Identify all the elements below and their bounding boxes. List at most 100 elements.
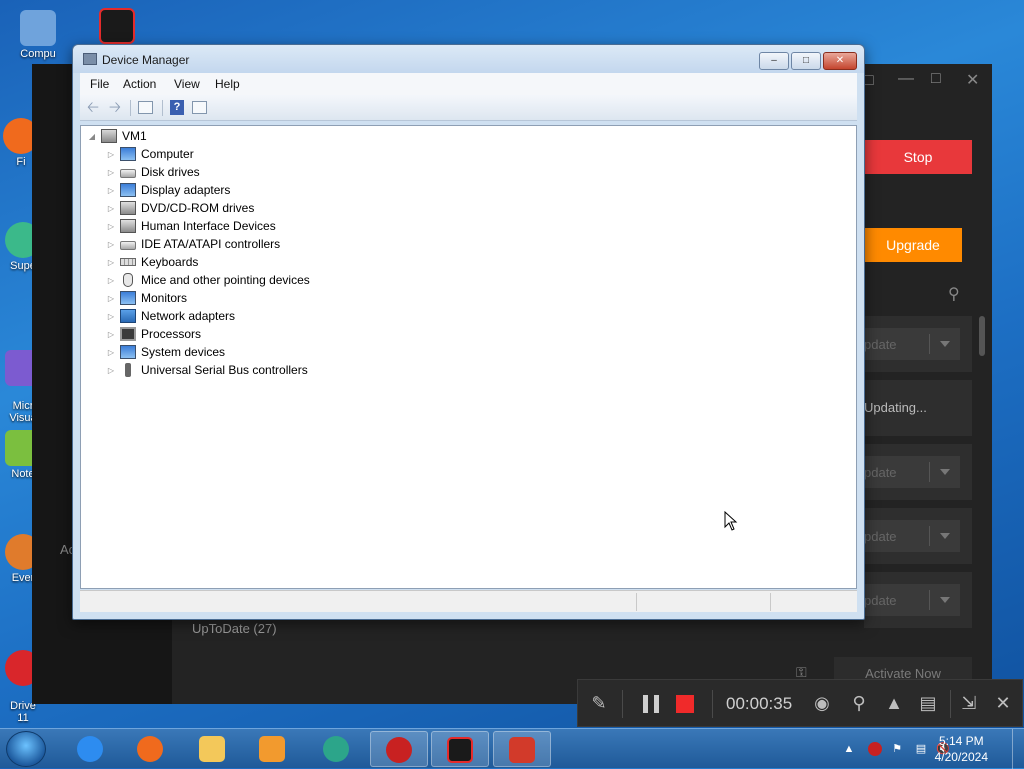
expand-icon[interactable]: ▷ <box>106 276 116 285</box>
feedback-icon[interactable]: □ <box>864 72 874 90</box>
network-adapter-icon <box>120 309 136 323</box>
uptodate-count[interactable]: UpToDate (27) <box>192 621 277 636</box>
forward-icon[interactable]: 🡢 <box>106 99 124 117</box>
annotation-icon[interactable]: ▤ <box>917 692 939 714</box>
update-button[interactable]: pdate <box>864 456 960 488</box>
processor-icon <box>120 327 136 341</box>
taskbar-app-driver-booster[interactable] <box>370 731 428 767</box>
toolbar-divider <box>130 100 131 116</box>
chevron-down-icon[interactable] <box>940 341 950 347</box>
stop-record-icon[interactable] <box>676 695 694 713</box>
title-bar[interactable]: Device Manager – □ ✕ <box>73 45 864 73</box>
divider <box>950 690 951 718</box>
minimize-icon[interactable]: — <box>898 70 914 88</box>
tree-item-ide-controllers[interactable]: ▷ IDE ATA/ATAPI controllers <box>106 235 280 253</box>
start-button[interactable] <box>6 731 46 767</box>
close-button[interactable]: ✕ <box>823 52 857 70</box>
tree-item-monitors[interactable]: ▷ Monitors <box>106 289 187 307</box>
computer-icon <box>20 10 56 46</box>
driver-booster-tray-icon[interactable] <box>868 742 882 756</box>
update-label: pdate <box>864 592 897 608</box>
desktop-icon-screen-recorder[interactable] <box>82 8 152 46</box>
taskbar-app-screen-recorder[interactable] <box>431 731 489 767</box>
tree-item-usb-controllers[interactable]: ▷ Universal Serial Bus controllers <box>106 361 308 379</box>
tree-root[interactable]: ◢ VM1 <box>87 127 147 145</box>
show-hidden-icons-icon[interactable]: ▲ <box>842 742 856 756</box>
action-center-flag-icon[interactable]: ⚑ <box>890 742 904 756</box>
chevron-down-icon[interactable] <box>940 533 950 539</box>
expand-icon[interactable]: ▷ <box>106 222 116 231</box>
tree-item-label: Computer <box>141 147 194 161</box>
highlight-icon[interactable]: ▲ <box>883 692 905 714</box>
expand-icon[interactable]: ▷ <box>106 168 116 177</box>
pause-icon[interactable] <box>643 695 659 713</box>
maximize-button[interactable]: □ <box>791 52 821 70</box>
close-icon[interactable]: ✕ <box>966 70 979 90</box>
camera-icon[interactable]: ◉ <box>811 692 833 714</box>
tree-item-disk-drives[interactable]: ▷ Disk drives <box>106 163 200 181</box>
taskbar-app-device-manager[interactable] <box>493 731 551 767</box>
update-button[interactable]: pdate <box>864 520 960 552</box>
expand-icon[interactable]: ▷ <box>106 150 116 159</box>
menu-file[interactable]: File <box>90 77 109 91</box>
expand-icon[interactable]: ▷ <box>106 204 116 213</box>
chevron-down-icon[interactable] <box>940 469 950 475</box>
pen-icon[interactable]: ✎ <box>588 692 610 714</box>
clock-date: 4/20/2024 <box>934 750 988 764</box>
screen-recorder-icon <box>447 737 473 763</box>
taskbar-app-file-explorer[interactable] <box>184 731 242 767</box>
menu-action[interactable]: Action <box>123 77 156 91</box>
upgrade-button[interactable]: Upgrade <box>864 228 962 262</box>
expand-icon[interactable]: ▷ <box>106 366 116 375</box>
window-title: Device Manager <box>102 53 190 67</box>
action-pane-icon[interactable] <box>192 101 207 114</box>
back-icon[interactable]: 🡠 <box>84 99 102 117</box>
expand-icon[interactable]: ▷ <box>106 258 116 267</box>
update-button[interactable]: pdate <box>864 584 960 616</box>
driver-row: pdate <box>864 316 972 372</box>
desktop-icon-computer[interactable]: Compu <box>3 10 73 60</box>
tree-item-hid[interactable]: ▷ Human Interface Devices <box>106 217 276 235</box>
divider <box>929 590 930 610</box>
taskbar-app-media-player[interactable] <box>244 731 302 767</box>
expand-icon[interactable]: ▷ <box>106 240 116 249</box>
maximize-icon[interactable]: □ <box>931 70 941 88</box>
show-desktop-button[interactable] <box>1012 729 1024 769</box>
expand-icon[interactable]: ▷ <box>106 312 116 321</box>
show-hide-console-tree-icon[interactable] <box>138 101 153 114</box>
close-icon[interactable]: ✕ <box>992 692 1014 714</box>
tree-item-mice[interactable]: ▷ Mice and other pointing devices <box>106 271 310 289</box>
divider <box>929 526 930 546</box>
tree-item-dvd-cd-rom[interactable]: ▷ DVD/CD-ROM drives <box>106 199 254 217</box>
network-icon[interactable]: ▤ <box>914 742 928 756</box>
menu-help[interactable]: Help <box>215 77 240 91</box>
collapse-icon[interactable]: ◢ <box>87 132 97 141</box>
collapse-icon[interactable]: ⇲ <box>958 692 980 714</box>
expand-icon[interactable]: ▷ <box>106 186 116 195</box>
zoom-icon[interactable]: ⚲ <box>848 692 870 714</box>
chevron-down-icon[interactable] <box>940 597 950 603</box>
tree-item-keyboards[interactable]: ▷ Keyboards <box>106 253 198 271</box>
tree-item-display-adapters[interactable]: ▷ Display adapters <box>106 181 230 199</box>
tree-item-computer[interactable]: ▷ Computer <box>106 145 194 163</box>
menu-view[interactable]: View <box>174 77 200 91</box>
tree-item-processors[interactable]: ▷ Processors <box>106 325 201 343</box>
tree-item-network-adapters[interactable]: ▷ Network adapters <box>106 307 235 325</box>
scrollbar-thumb[interactable] <box>979 316 985 356</box>
help-icon[interactable]: ? <box>170 100 184 115</box>
computer-icon <box>120 147 136 161</box>
taskbar-app-edge[interactable] <box>308 731 366 767</box>
clock[interactable]: 5:14 PM 4/20/2024 <box>935 733 988 765</box>
update-button[interactable]: pdate <box>864 328 960 360</box>
stop-button[interactable]: Stop <box>864 140 972 174</box>
mouse-cursor-icon <box>724 511 738 531</box>
taskbar-app-firefox[interactable] <box>122 731 180 767</box>
minimize-button[interactable]: – <box>759 52 789 70</box>
tree-item-system-devices[interactable]: ▷ System devices <box>106 343 225 361</box>
taskbar-app-internet-explorer[interactable] <box>62 731 120 767</box>
expand-icon[interactable]: ▷ <box>106 330 116 339</box>
expand-icon[interactable]: ▷ <box>106 294 116 303</box>
tree-item-label: Monitors <box>141 291 188 305</box>
search-icon[interactable]: ⚲ <box>948 284 960 304</box>
expand-icon[interactable]: ▷ <box>106 348 116 357</box>
